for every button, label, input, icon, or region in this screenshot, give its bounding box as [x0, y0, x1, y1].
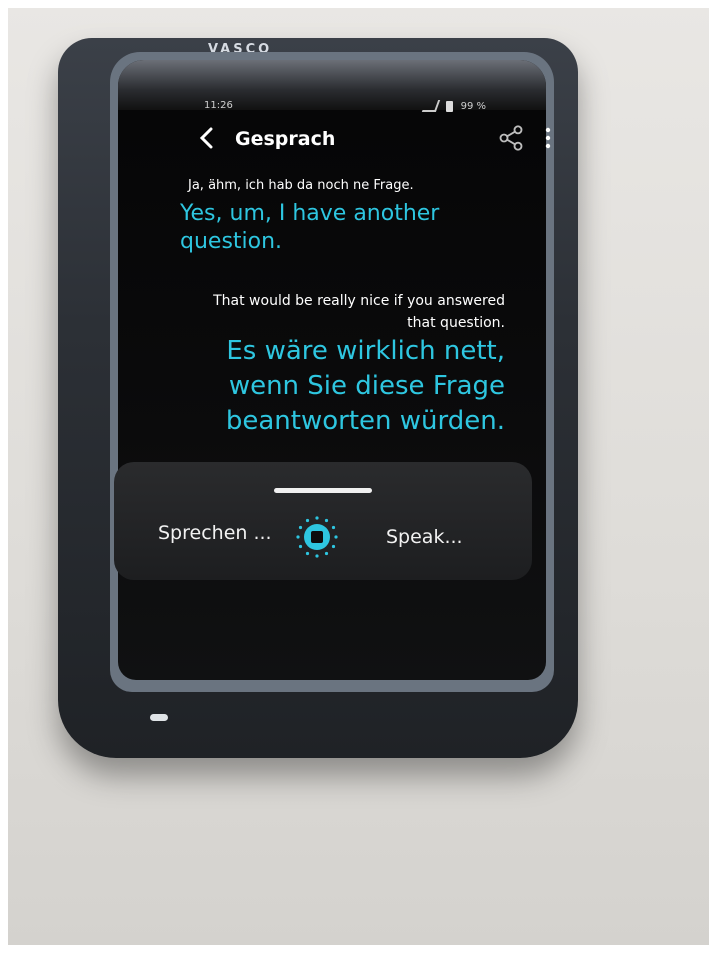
app-bar: Gesprach [195, 122, 551, 162]
speak-german-button[interactable]: Sprechen ... [158, 522, 272, 544]
battery-text: 99 % [460, 100, 486, 112]
device-speaker-grille [150, 714, 168, 721]
message-translation: Yes, um, I have another question. [180, 201, 440, 254]
message-translation: Es wäre wirklich nett, wenn Sie diese Fr… [225, 336, 505, 436]
speak-english-button[interactable]: Speak... [386, 526, 463, 548]
drag-handle[interactable] [274, 488, 372, 493]
speak-panel: Sprechen ... Speak... [114, 462, 532, 580]
more-options-icon[interactable] [541, 124, 555, 152]
battery-icon [445, 100, 453, 112]
message-source: Ja, ähm, ich hab da noch ne Frage. [188, 178, 414, 193]
message-source: That would be really nice if you answere… [213, 293, 505, 331]
back-icon[interactable] [195, 126, 219, 150]
signal-icon [421, 100, 440, 112]
status-icons: 99 % [421, 100, 486, 112]
microphone-listening-icon[interactable] [294, 514, 340, 560]
status-time: 11:26 [204, 100, 233, 111]
page-title: Gesprach [235, 128, 336, 150]
share-icon[interactable] [497, 124, 525, 152]
